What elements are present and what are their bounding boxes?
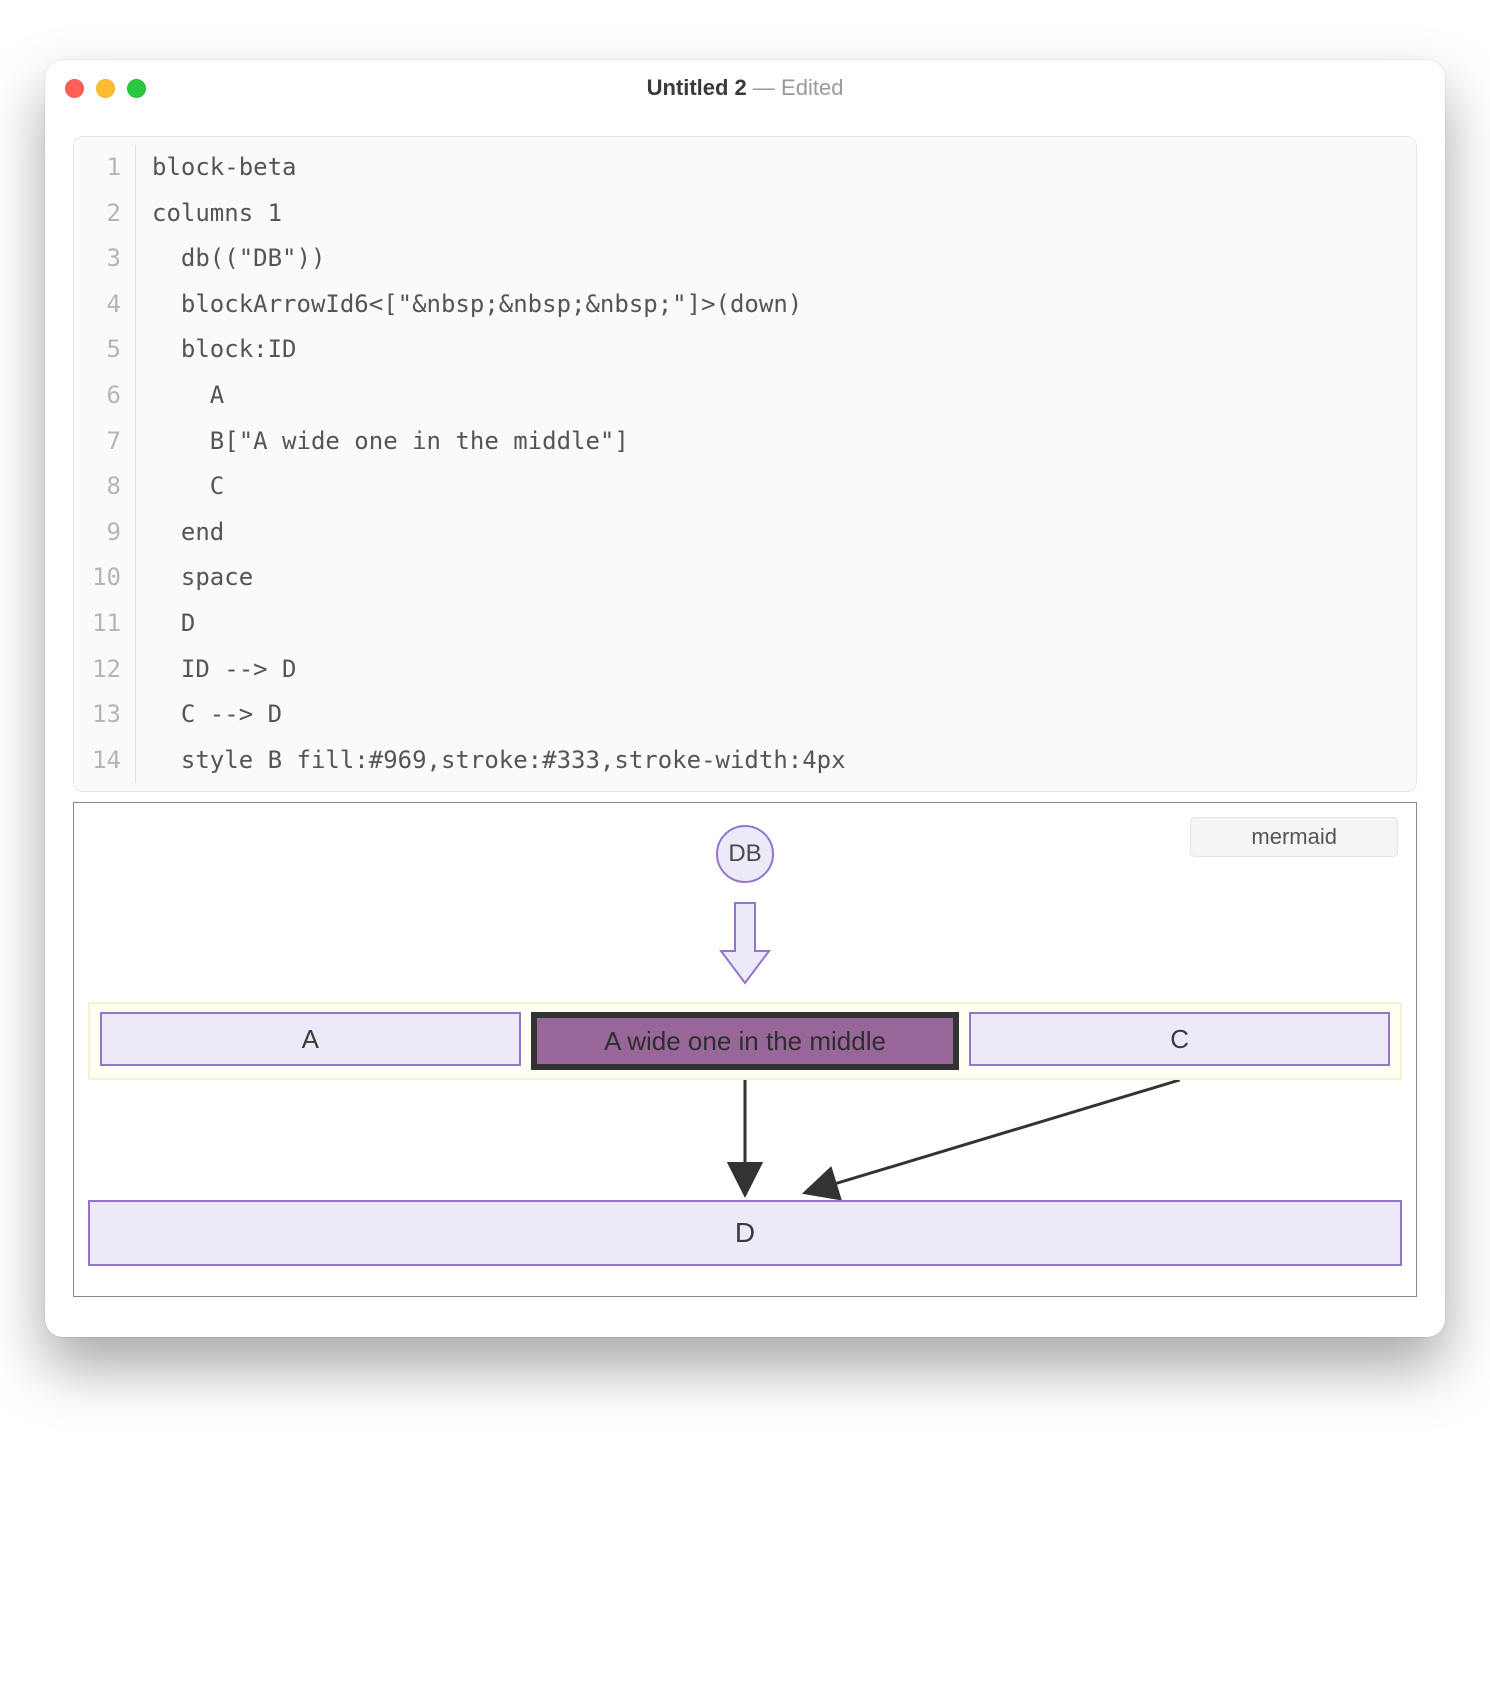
- code-line[interactable]: 11 D: [74, 601, 1416, 647]
- code-text[interactable]: ID --> D: [152, 647, 297, 693]
- line-number: 9: [74, 510, 136, 556]
- node-d: D: [88, 1200, 1402, 1266]
- code-line[interactable]: 8 C: [74, 464, 1416, 510]
- line-number: 8: [74, 464, 136, 510]
- code-line[interactable]: 2 columns 1: [74, 191, 1416, 237]
- node-db: DB: [716, 825, 774, 883]
- title-separator: —: [753, 75, 781, 100]
- code-text[interactable]: A: [152, 373, 224, 419]
- code-text[interactable]: C --> D: [152, 692, 282, 738]
- node-a-label: A: [302, 1024, 319, 1055]
- code-text[interactable]: C: [152, 464, 224, 510]
- node-group-id: A A wide one in the middle C: [88, 1002, 1402, 1080]
- line-number: 6: [74, 373, 136, 419]
- code-line[interactable]: 7 B["A wide one in the middle"]: [74, 419, 1416, 465]
- code-line[interactable]: 1 block-beta: [74, 145, 1416, 191]
- code-text[interactable]: end: [152, 510, 224, 556]
- close-icon[interactable]: [65, 79, 84, 98]
- code-line[interactable]: 10 space: [74, 555, 1416, 601]
- line-number: 13: [74, 692, 136, 738]
- code-text[interactable]: blockArrowId6<["&nbsp;&nbsp;&nbsp;"]>(do…: [152, 282, 802, 328]
- block-arrow-down-icon: [719, 901, 771, 990]
- window-title: Untitled 2 — Edited: [45, 75, 1445, 101]
- node-b-label: A wide one in the middle: [604, 1026, 886, 1057]
- line-number: 10: [74, 555, 136, 601]
- code-text[interactable]: db(("DB")): [152, 236, 325, 282]
- code-text[interactable]: columns 1: [152, 191, 282, 237]
- zoom-icon[interactable]: [127, 79, 146, 98]
- diagram-canvas: DB A A wide one in the middle C: [88, 819, 1402, 1266]
- code-line[interactable]: 3 db(("DB")): [74, 236, 1416, 282]
- line-number: 1: [74, 145, 136, 191]
- code-text[interactable]: space: [152, 555, 253, 601]
- document-title: Untitled 2: [647, 75, 747, 100]
- language-label[interactable]: mermaid: [1190, 817, 1398, 857]
- code-text[interactable]: style B fill:#969,stroke:#333,stroke-wid…: [152, 738, 846, 784]
- node-c: C: [969, 1012, 1390, 1066]
- code-editor[interactable]: 1block-beta2columns 13 db(("DB"))4 block…: [73, 136, 1417, 792]
- code-text[interactable]: D: [152, 601, 195, 647]
- code-text[interactable]: block-beta: [152, 145, 297, 191]
- node-db-label: DB: [728, 840, 761, 868]
- titlebar[interactable]: Untitled 2 — Edited: [45, 60, 1445, 116]
- code-text[interactable]: B["A wide one in the middle"]: [152, 419, 629, 465]
- line-number: 7: [74, 419, 136, 465]
- document-status: Edited: [781, 75, 843, 100]
- window-controls: [65, 79, 146, 98]
- line-number: 2: [74, 191, 136, 237]
- code-line[interactable]: 6 A: [74, 373, 1416, 419]
- line-number: 5: [74, 327, 136, 373]
- node-a: A: [100, 1012, 521, 1066]
- code-line[interactable]: 12 ID --> D: [74, 647, 1416, 693]
- line-number: 14: [74, 738, 136, 784]
- node-c-label: C: [1170, 1024, 1189, 1055]
- code-line[interactable]: 13 C --> D: [74, 692, 1416, 738]
- code-line[interactable]: 5 block:ID: [74, 327, 1416, 373]
- node-d-label: D: [735, 1217, 755, 1249]
- content-area: 1block-beta2columns 13 db(("DB"))4 block…: [45, 116, 1445, 1337]
- line-number: 3: [74, 236, 136, 282]
- code-line[interactable]: 4 blockArrowId6<["&nbsp;&nbsp;&nbsp;"]>(…: [74, 282, 1416, 328]
- line-number: 4: [74, 282, 136, 328]
- minimize-icon[interactable]: [96, 79, 115, 98]
- diagram-preview: mermaid DB A A wide one in the middle: [73, 802, 1417, 1297]
- code-text[interactable]: block:ID: [152, 327, 297, 373]
- node-b: A wide one in the middle: [531, 1012, 960, 1070]
- arrows-area: [88, 1080, 1402, 1200]
- code-line[interactable]: 9 end: [74, 510, 1416, 556]
- line-number: 12: [74, 647, 136, 693]
- line-number: 11: [74, 601, 136, 647]
- code-line[interactable]: 14 style B fill:#969,stroke:#333,stroke-…: [74, 738, 1416, 784]
- app-window: Untitled 2 — Edited 1 block-beta 2 columns …: [45, 60, 1445, 1337]
